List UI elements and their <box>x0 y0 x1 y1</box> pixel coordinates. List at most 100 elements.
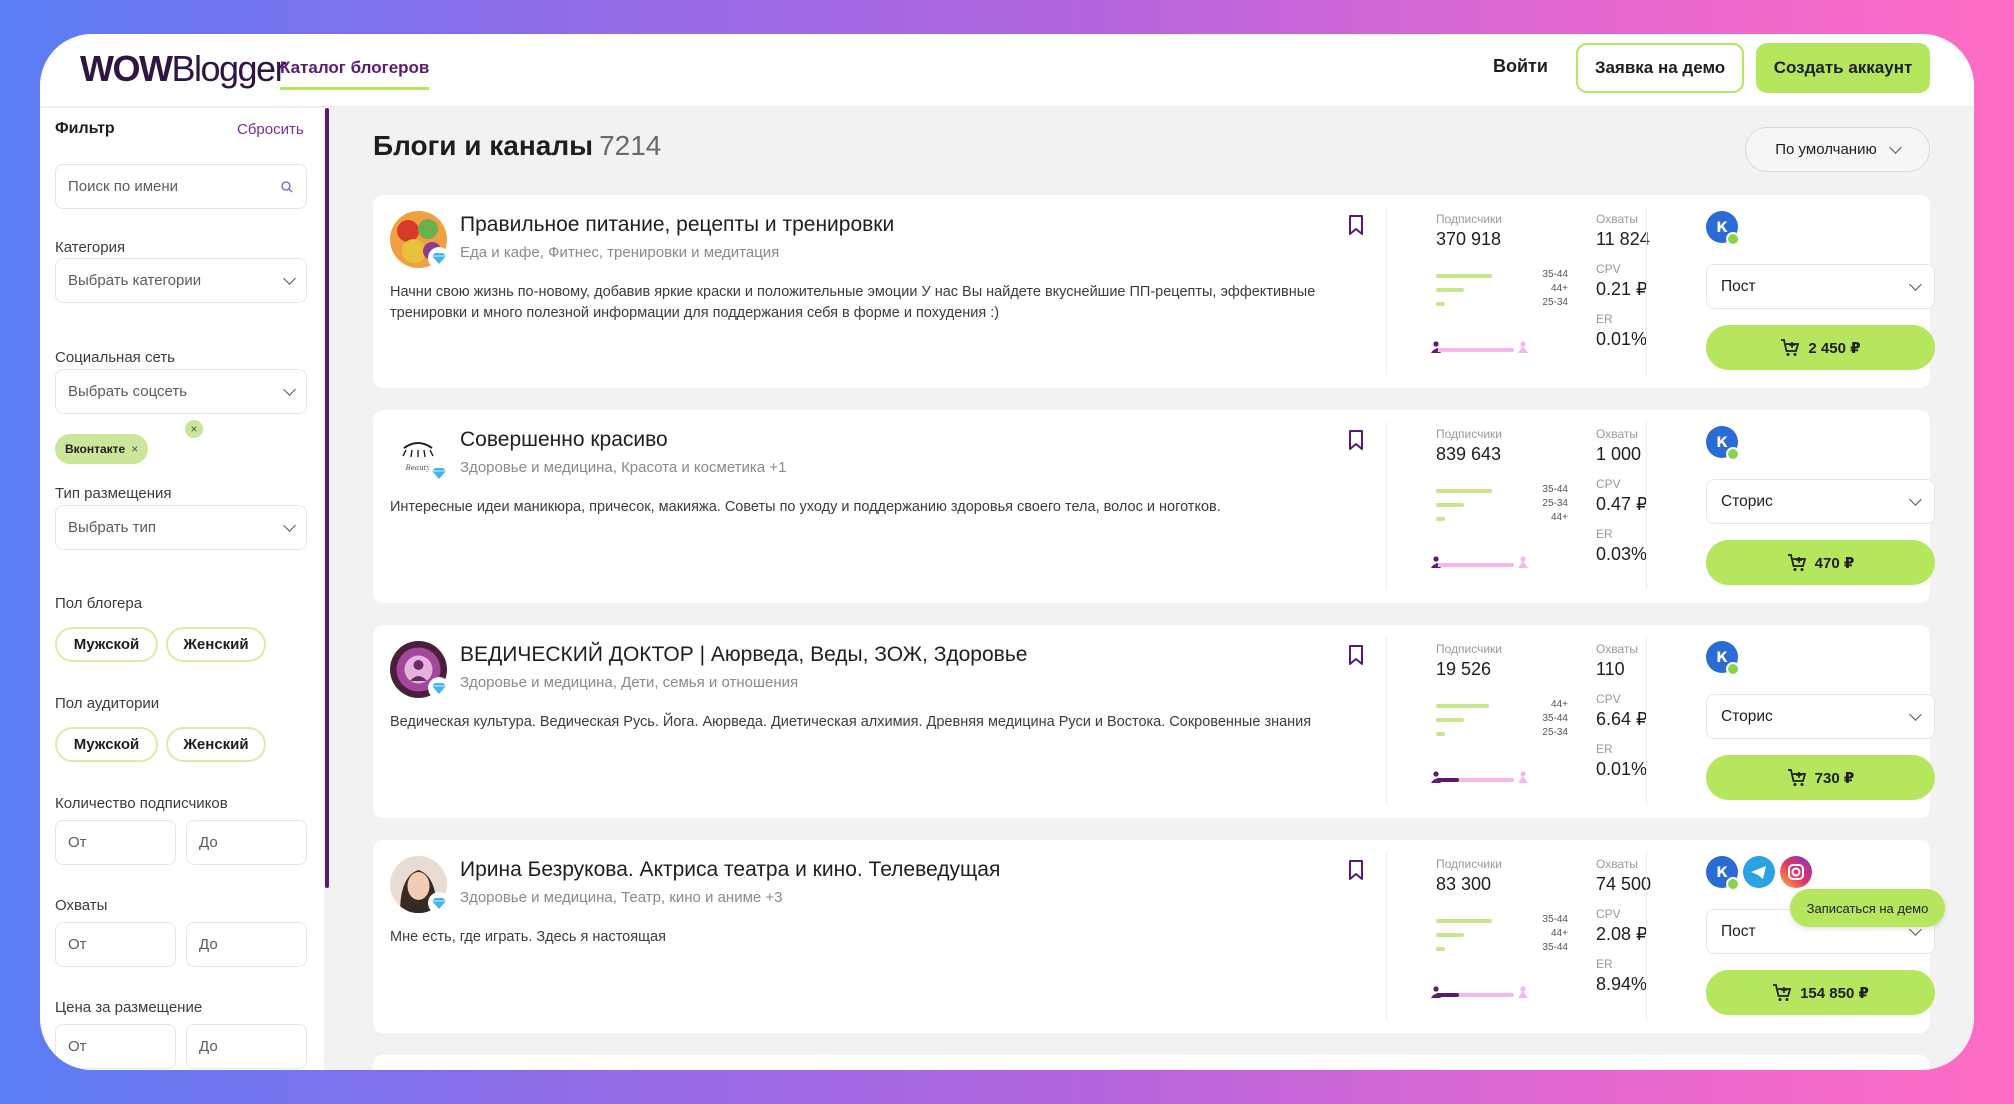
male-share-fill <box>1436 563 1438 567</box>
price-to-input[interactable]: До <box>186 1024 307 1069</box>
reach-value: 1 000 <box>1596 444 1642 464</box>
verified-gem-icon <box>428 247 450 269</box>
search-icon <box>281 180 293 193</box>
subscribers-value: 839 643 <box>1436 444 1502 464</box>
social-network-select[interactable]: Выбрать соцсеть <box>55 369 307 414</box>
chevron-down-icon <box>283 382 296 396</box>
er-label: ER <box>1596 527 1613 541</box>
sort-select[interactable]: По умолчанию <box>1745 127 1930 172</box>
blog-card[interactable]: Правильное питание, рецепты и тренировки… <box>373 195 1935 388</box>
subscribers-count-label: Количество подписчиков <box>55 795 228 812</box>
subscribers-value: 83 300 <box>1436 874 1492 894</box>
male-share-fill <box>1436 348 1438 352</box>
subscribers-label: Подписчики <box>1436 642 1503 656</box>
blog-title[interactable]: Правильное питание, рецепты и тренировки <box>460 213 894 237</box>
placement-type-label: Тип размещения <box>55 485 172 502</box>
er-value: 0.01% <box>1596 759 1648 779</box>
price-label: Цена за размещение <box>55 999 203 1016</box>
er-value: 8.94% <box>1596 974 1648 994</box>
placement-select[interactable]: Сторис <box>1706 479 1935 524</box>
create-account-button[interactable]: Создать аккаунт <box>1756 43 1930 93</box>
nav-catalog-link[interactable]: Каталог блогеров <box>280 58 430 90</box>
bookmark-icon[interactable] <box>1347 215 1365 235</box>
placement-select[interactable]: Пост <box>1706 264 1935 309</box>
add-to-cart-button[interactable]: 2 450 ₽ <box>1706 325 1935 370</box>
filter-sidebar: Фильтр Сбросить Поиск по имени Категория… <box>40 108 324 1070</box>
chevron-down-icon <box>1909 707 1922 721</box>
cpv-label: CPV <box>1596 477 1621 491</box>
age-bar <box>1436 704 1489 708</box>
age-label: 44+ <box>1551 283 1568 294</box>
age-bar <box>1436 302 1445 306</box>
divider <box>1386 422 1387 590</box>
divider <box>1386 207 1387 375</box>
blog-card[interactable]: Beauty Совершенно красиво Здоровье и мед… <box>373 410 1935 603</box>
audience-gender-female[interactable]: Женский <box>166 727 266 762</box>
age-bar <box>1436 503 1464 507</box>
audience-gender-label: Пол аудитории <box>55 695 160 712</box>
category-select[interactable]: Выбрать категории <box>55 258 307 303</box>
blog-title[interactable]: Совершенно красиво <box>460 428 668 452</box>
sidebar-scrollbar[interactable] <box>325 108 329 888</box>
gender-ratio-bar <box>1436 993 1514 997</box>
blog-card[interactable] <box>373 1055 1930 1070</box>
social-tag-vk[interactable]: Вконтакте × <box>55 434 149 464</box>
remove-tag-icon[interactable]: × <box>131 442 138 456</box>
blog-description: Ведическая культура. Ведическая Русь. Йо… <box>390 714 1312 730</box>
login-link[interactable]: Войти <box>1493 56 1548 77</box>
blog-card[interactable]: Ирина Безрукова. Актриса театра и кино. … <box>373 840 1935 1033</box>
verified-gem-icon <box>428 462 450 484</box>
logo[interactable]: WOWBlogger <box>80 48 287 90</box>
subscribers-to-input[interactable]: До <box>186 820 307 865</box>
bookmark-icon[interactable] <box>1347 860 1365 880</box>
instagram-icon[interactable] <box>1780 856 1812 888</box>
telegram-icon[interactable] <box>1743 856 1775 888</box>
placement-select[interactable]: Сторис <box>1706 694 1935 739</box>
search-input[interactable]: Поиск по имени <box>55 164 307 209</box>
subscribers-from-input[interactable]: От <box>55 820 176 865</box>
blogger-gender-male[interactable]: Мужской <box>55 627 158 662</box>
bookmark-icon[interactable] <box>1347 645 1365 665</box>
add-to-cart-button[interactable]: 154 850 ₽ <box>1706 970 1935 1015</box>
age-label: 25-34 <box>1542 297 1568 308</box>
male-share-fill <box>1436 993 1459 997</box>
blog-card[interactable]: ВЕДИЧЕСКИЙ ДОКТОР | Аюрведа, Веды, ЗОЖ, … <box>373 625 1935 818</box>
results-count: 7214 <box>599 130 662 161</box>
demo-request-button[interactable]: Заявка на демо <box>1576 43 1744 93</box>
cpv-value: 2.08 ₽ <box>1596 924 1648 944</box>
reach-to-input[interactable]: До <box>186 922 307 967</box>
blogger-gender-female[interactable]: Женский <box>166 627 266 662</box>
age-label: 44+ <box>1551 512 1568 523</box>
blog-title[interactable]: ВЕДИЧЕСКИЙ ДОКТОР | Аюрведа, Веды, ЗОЖ, … <box>460 643 1027 667</box>
price-from-input[interactable]: От <box>55 1024 176 1069</box>
blogger-gender-label: Пол блогера <box>55 595 143 612</box>
subscribers-label: Подписчики <box>1436 212 1503 226</box>
placement-type-select[interactable]: Выбрать тип <box>55 505 307 550</box>
filter-reset-link[interactable]: Сбросить <box>237 121 304 138</box>
social-network-label: Социальная сеть <box>55 349 175 366</box>
bookmark-icon[interactable] <box>1347 430 1365 450</box>
demo-signup-popup-button[interactable]: Записаться на демо <box>1790 889 1945 927</box>
blog-categories: Еда и кафе, Фитнес, тренировки и медитац… <box>460 244 780 261</box>
blog-categories: Здоровье и медицина, Красота и косметика… <box>460 459 787 476</box>
blog-title[interactable]: Ирина Безрукова. Актриса театра и кино. … <box>460 858 1000 882</box>
app-window: WOWBlogger Каталог блогеров Войти Заявка… <box>40 34 1974 1070</box>
divider <box>1646 422 1647 590</box>
add-to-cart-button[interactable]: 730 ₽ <box>1706 755 1935 800</box>
age-bar <box>1436 732 1445 736</box>
cpv-label: CPV <box>1596 262 1621 276</box>
social-clear-icon[interactable]: × <box>185 420 203 438</box>
subscribers-label: Подписчики <box>1436 427 1503 441</box>
age-bar <box>1436 919 1492 923</box>
er-value: 0.01% <box>1596 329 1648 349</box>
gender-ratio-bar <box>1436 778 1514 782</box>
age-label: 35-44 <box>1542 914 1568 925</box>
reach-from-input[interactable]: От <box>55 922 176 967</box>
verified-check-icon <box>1726 662 1740 676</box>
blog-description: Мне есть, где играть. Здесь я настоящая <box>390 929 666 945</box>
add-to-cart-button[interactable]: 470 ₽ <box>1706 540 1935 585</box>
cpv-label: CPV <box>1596 692 1621 706</box>
cart-add-icon <box>1772 983 1792 1002</box>
reach-label: Охваты <box>1596 212 1638 226</box>
audience-gender-male[interactable]: Мужской <box>55 727 158 762</box>
